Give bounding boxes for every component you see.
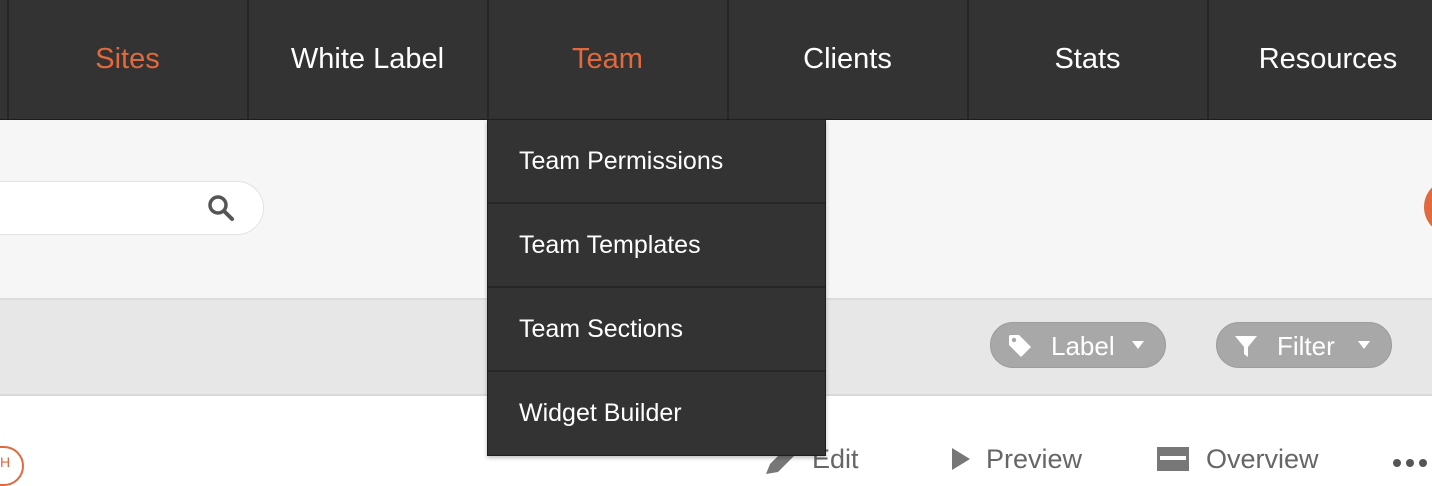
label-button[interactable]: Label xyxy=(990,322,1166,368)
menu-item-widget-builder[interactable]: Widget Builder xyxy=(488,372,825,456)
menu-item-label: Team Permissions xyxy=(519,147,724,175)
nav-item-label: Team xyxy=(572,43,643,75)
overview-label: Overview xyxy=(1206,444,1319,474)
filter-button[interactable]: Filter xyxy=(1216,322,1392,368)
play-icon xyxy=(952,448,970,470)
menu-item-team-templates[interactable]: Team Templates xyxy=(488,204,825,288)
menu-item-team-permissions[interactable]: Team Permissions xyxy=(488,120,825,204)
filter-button-text: Filter xyxy=(1277,331,1335,361)
top-navigation: Sites White Label Team Clients Stats Res… xyxy=(0,0,1432,120)
nav-item-label: Sites xyxy=(95,43,160,75)
nav-item-sites[interactable]: Sites xyxy=(7,0,246,119)
team-dropdown-menu: Team Permissions Team Templates Team Sec… xyxy=(487,119,826,456)
window-icon xyxy=(1157,447,1189,471)
nav-item-label: Resources xyxy=(1258,43,1398,75)
tag-icon xyxy=(1009,335,1031,357)
nav-item-label: Clients xyxy=(803,43,892,75)
menu-item-label: Team Templates xyxy=(519,231,701,259)
preview-button[interactable]: Preview xyxy=(946,444,1086,474)
nav-item-label: White Label xyxy=(290,43,445,75)
nav-item-clients[interactable]: Clients xyxy=(727,0,966,119)
nav-item-team[interactable]: Team xyxy=(487,0,726,119)
nav-item-label: Stats xyxy=(1054,43,1121,75)
funnel-icon xyxy=(1235,336,1257,357)
menu-item-label: Team Sections xyxy=(519,315,683,343)
menu-item-team-sections[interactable]: Team Sections xyxy=(488,288,825,372)
overview-button[interactable]: Overview xyxy=(1156,444,1326,474)
menu-item-label: Widget Builder xyxy=(519,399,682,427)
avatar[interactable] xyxy=(1424,179,1432,235)
nav-item-stats[interactable]: Stats xyxy=(967,0,1206,119)
nav-item-white-label[interactable]: White Label xyxy=(247,0,486,119)
search-icon[interactable] xyxy=(207,194,235,222)
status-badge: H xyxy=(0,446,24,486)
preview-label: Preview xyxy=(986,444,1083,474)
nav-item-resources[interactable]: Resources xyxy=(1207,0,1432,119)
search-input[interactable] xyxy=(0,181,264,235)
label-button-text: Label xyxy=(1051,331,1115,361)
caret-down-icon xyxy=(1132,341,1144,349)
more-icon[interactable] xyxy=(1392,458,1432,468)
caret-down-icon xyxy=(1358,341,1370,349)
